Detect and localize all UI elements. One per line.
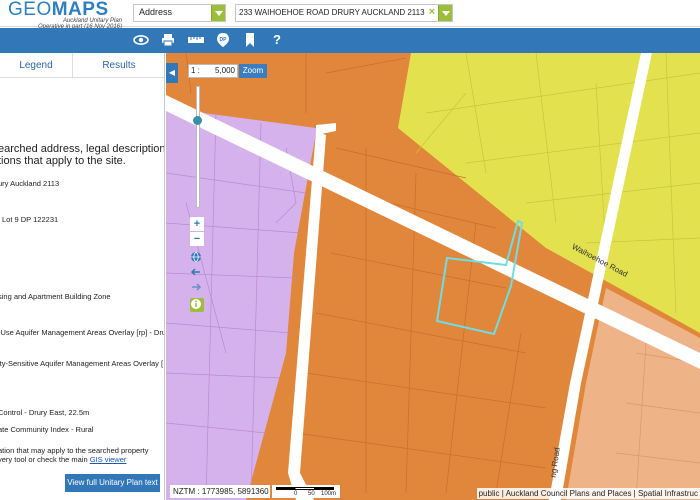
scale-input[interactable]: 1 : 5,000 bbox=[188, 64, 238, 78]
chevron-down-icon[interactable] bbox=[211, 5, 225, 21]
map-scalebar: 0 50 100m bbox=[272, 485, 340, 498]
address-search-input[interactable]: 233 WAIHOEHOE ROAD DRURY AUCKLAND 2113 × bbox=[235, 4, 453, 22]
map-attribution: public | Auckland Council Plans and Plac… bbox=[476, 488, 700, 499]
scale-value: 5,000 bbox=[214, 66, 235, 75]
result-overlay-2: ity-Sensitive Aquifer Management Areas O… bbox=[0, 359, 164, 368]
clear-icon[interactable]: × bbox=[429, 6, 435, 18]
scalebar-label-0: 0 bbox=[294, 491, 298, 497]
header: GEOMAPS Auckland Unitary Plan Operative … bbox=[0, 0, 700, 30]
toolbar: DP ? bbox=[0, 28, 700, 53]
chevron-down-icon[interactable] bbox=[438, 5, 452, 21]
app-root: GEOMAPS Auckland Unitary Plan Operative … bbox=[0, 0, 700, 500]
result-address: ury Auckland 2113 bbox=[0, 179, 60, 188]
arrow-left-icon[interactable] bbox=[190, 266, 204, 280]
zoom-slider[interactable] bbox=[196, 86, 200, 208]
panel-tabs: Legend Results bbox=[0, 53, 164, 78]
logo-title-light: GEO bbox=[8, 0, 52, 20]
map-canvas[interactable]: Waihoehoe Road ng Road ◀ 1 : 5,000 Zoom … bbox=[166, 53, 700, 500]
gis-viewer-link[interactable]: GIS viewer bbox=[90, 455, 127, 464]
info-icon[interactable] bbox=[190, 298, 204, 312]
view-unitary-plan-button[interactable]: View full Unitary Plan text bbox=[65, 474, 160, 492]
search-type-value: Address bbox=[139, 7, 173, 17]
tab-results[interactable]: Results bbox=[72, 53, 164, 78]
collapse-panel-button[interactable]: ◀ bbox=[166, 63, 178, 83]
logo-title: GEOMAPS bbox=[8, 0, 128, 20]
scalebar-label-100: 100m bbox=[321, 491, 337, 497]
svg-text:DP: DP bbox=[220, 37, 228, 43]
logo-title-bold: MAPS bbox=[51, 0, 109, 20]
bookmark-icon[interactable] bbox=[242, 32, 258, 48]
zoom-out-button[interactable]: − bbox=[190, 232, 204, 246]
result-legal-description: Lot 9 DP 122231 bbox=[2, 215, 59, 224]
help-icon[interactable]: ? bbox=[269, 32, 285, 48]
scale-prefix: 1 : bbox=[191, 66, 200, 75]
coordinates-readout: NZTM : 1773985, 5891360 bbox=[170, 485, 270, 498]
result-zone: sing and Apartment Building Zone bbox=[0, 292, 111, 301]
scalebar-label-50: 50 bbox=[308, 491, 315, 497]
results-panel: Legend Results earched address, legal de… bbox=[0, 53, 165, 500]
result-control: Control - Drury East, 22.5m bbox=[0, 408, 90, 417]
arrow-right-icon[interactable] bbox=[190, 281, 204, 295]
geomaps-logo[interactable]: GEOMAPS Auckland Unitary Plan Operative … bbox=[8, 0, 128, 30]
intro-line-2: tions that apply to the site. bbox=[0, 155, 126, 167]
tab-legend[interactable]: Legend bbox=[0, 53, 72, 78]
result-community-index: ate Community Index - Rural bbox=[0, 425, 94, 434]
result-overlay-1: -Use Aquifer Management Areas Overlay [r… bbox=[0, 328, 165, 337]
measure-icon[interactable] bbox=[187, 32, 204, 48]
search-type-select[interactable]: Address bbox=[133, 4, 226, 22]
zoom-button[interactable]: Zoom bbox=[239, 64, 267, 78]
scalebar-graphic bbox=[276, 487, 334, 490]
dp-icon[interactable]: DP bbox=[215, 32, 231, 48]
globe-icon[interactable] bbox=[190, 251, 204, 265]
eye-icon[interactable] bbox=[133, 32, 149, 48]
address-value: 233 WAIHOEHOE ROAD DRURY AUCKLAND 2113 bbox=[239, 8, 425, 17]
info-line-2-text: very tool or check the main bbox=[0, 455, 90, 464]
zoom-in-button[interactable]: + bbox=[190, 217, 204, 231]
info-line-2: very tool or check the main GIS viewer bbox=[0, 455, 126, 465]
print-icon[interactable] bbox=[160, 32, 176, 48]
